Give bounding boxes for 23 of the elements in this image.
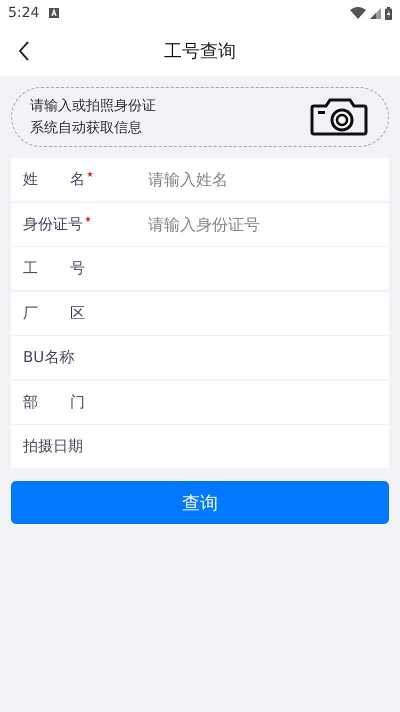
id-scan-card[interactable]: 请输入或拍照身份证 系统自动获取信息 (11, 87, 389, 147)
wifi-icon (350, 7, 366, 19)
back-icon[interactable] (18, 41, 30, 61)
camera-icon[interactable] (310, 98, 368, 136)
battery-icon (385, 6, 392, 20)
field-label: 厂区 (23, 304, 85, 322)
query-button[interactable]: 查询 (11, 481, 389, 524)
notification-icon (49, 8, 60, 18)
input-row[interactable]: 身份证号 请输入身份证号 (11, 202, 389, 246)
field-label: 工号 (23, 259, 85, 278)
input-field[interactable]: 请输入身份证号 (148, 214, 368, 234)
status-time: 5:24 (8, 5, 40, 21)
scan-hint: 请输入或拍照身份证 (30, 97, 156, 116)
field-label: 姓名 (23, 170, 85, 189)
scan-hint: 系统自动获取信息 (30, 119, 143, 138)
signal-icon (370, 8, 381, 18)
field-label: 身份证号 (23, 214, 83, 234)
input-row[interactable]: 姓名 请输入姓名 (11, 158, 389, 201)
input-field[interactable]: 请输入姓名 (148, 170, 368, 189)
page-title: 工号查询 (163, 40, 237, 63)
field-label: BU名称 (23, 348, 74, 367)
field-label: 拍摄日期 (23, 437, 83, 456)
field-label: 部门 (23, 392, 85, 412)
